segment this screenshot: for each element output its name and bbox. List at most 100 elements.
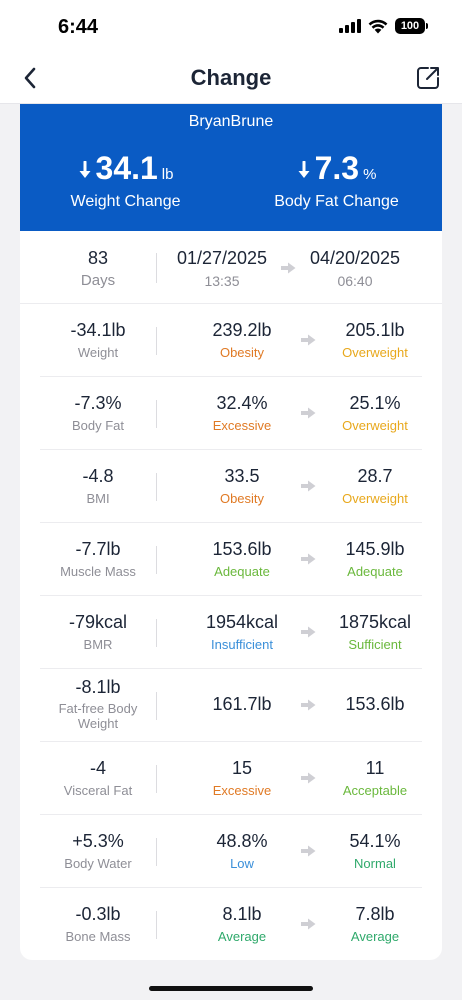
divider — [156, 692, 157, 720]
metric-change: -0.3lb — [75, 904, 121, 924]
metric-end-cell: 205.1lb Overweight — [302, 320, 442, 360]
metric-start-value: 32.4% — [216, 393, 268, 413]
metric-start-value: 33.5 — [224, 466, 260, 486]
metric-row: -0.3lb Bone Mass 8.1lb Average 7.8lb Average — [40, 888, 422, 960]
metric-start-cell: 48.8% Low — [166, 831, 318, 871]
metric-start-cell: 161.7lb — [166, 694, 318, 715]
metric-start-value: 1954kcal — [205, 612, 279, 632]
divider — [156, 327, 157, 355]
metric-end-status: Average — [350, 929, 400, 944]
metric-end-value: 7.8lb — [355, 904, 395, 924]
metric-change: -8.1lb — [75, 677, 121, 697]
metric-label: Visceral Fat — [63, 783, 133, 798]
metric-end-cell: 28.7 Overweight — [302, 466, 442, 506]
metric-change: -34.1lb — [70, 320, 126, 340]
metric-end-cell: 145.9lb Adequate — [302, 539, 442, 579]
metric-start-cell: 153.6lb Adequate — [166, 539, 318, 579]
metric-start-cell: 239.2lb Obesity — [166, 320, 318, 360]
start-date: 01/27/2025 — [176, 248, 268, 268]
metric-change: -4 — [89, 758, 106, 778]
metric-end-status: Overweight — [342, 345, 408, 360]
battery-icon: 100 — [395, 18, 428, 34]
metric-end-value: 205.1lb — [345, 320, 405, 340]
metric-start-status: Excessive — [212, 783, 272, 798]
body-fat-change-label: Body Fat Change — [274, 193, 399, 210]
metric-start-status: Excessive — [212, 418, 272, 433]
divider — [156, 473, 157, 501]
days-value: 83 — [87, 248, 109, 268]
metric-change: -4.8 — [82, 466, 114, 486]
metric-label: BMR — [83, 637, 113, 652]
metric-change-cell: -4 Visceral Fat — [40, 758, 156, 798]
metric-end-status: Adequate — [347, 564, 403, 579]
metric-end-value: 153.6lb — [345, 694, 405, 714]
days-label: Days — [80, 272, 116, 289]
metric-end-cell: 11 Acceptable — [302, 758, 442, 798]
battery-level: 100 — [395, 18, 425, 34]
share-button[interactable] — [414, 64, 442, 92]
metric-label: Body Water — [64, 856, 132, 871]
summary-banner: BryanBrune 34.1 lb Weight Change 7.3 % B… — [20, 104, 442, 231]
metric-change: -7.7lb — [75, 539, 121, 559]
arrow-down-icon — [79, 161, 91, 178]
metric-change-cell: -79kcal BMR — [40, 612, 156, 652]
metric-end-value: 11 — [365, 758, 385, 778]
metric-end-status: Normal — [354, 856, 396, 871]
start-time: 13:35 — [204, 273, 240, 289]
divider — [156, 838, 157, 866]
metric-label: Fat-free Body Weight — [58, 701, 138, 731]
end-date-cell: 04/20/2025 06:40 — [289, 248, 421, 289]
body-fat-change-summary: 7.3 % Body Fat Change — [231, 150, 442, 211]
metric-label: Bone Mass — [65, 929, 131, 944]
metrics-list: -34.1lb Weight 239.2lb Obesity 205.1lb Overwe… — [20, 304, 442, 960]
metric-start-value: 161.7lb — [212, 694, 272, 714]
body-fat-change-unit: % — [363, 166, 377, 183]
metric-start-value: 15 — [231, 758, 253, 778]
end-time: 06:40 — [337, 273, 373, 289]
metric-row: -34.1lb Weight 239.2lb Obesity 205.1lb Overwe… — [40, 304, 422, 377]
weight-change-summary: 34.1 lb Weight Change — [20, 150, 231, 211]
metric-start-status: Obesity — [219, 491, 265, 506]
metric-label: BMI — [86, 491, 110, 506]
metric-end-cell: 1875kcal Sufficient — [302, 612, 442, 652]
status-bar: 6:44 100 — [0, 0, 462, 52]
metric-start-value: 239.2lb — [212, 320, 272, 340]
change-card: BryanBrune 34.1 lb Weight Change 7.3 % B… — [20, 104, 442, 960]
metric-row: -79kcal BMR 1954kcal Insufficient 1875kcal Su… — [40, 596, 422, 669]
metric-label: Muscle Mass — [60, 564, 136, 579]
arrow-down-icon — [298, 161, 310, 178]
metric-change: +5.3% — [72, 831, 124, 851]
metric-end-status: Overweight — [342, 491, 408, 506]
metric-row: -8.1lb Fat-free Body Weight 161.7lb 153.6lb — [40, 669, 422, 742]
metric-row: -7.3% Body Fat 32.4% Excessive 25.1% Overweig… — [40, 377, 422, 450]
divider — [156, 619, 157, 647]
weight-change-unit: lb — [161, 166, 174, 183]
metric-start-cell: 8.1lb Average — [166, 904, 318, 944]
body-fat-change-value: 7.3 — [314, 150, 360, 186]
metric-end-value: 54.1% — [349, 831, 401, 851]
metric-label: Weight — [77, 345, 119, 360]
metric-row: +5.3% Body Water 48.8% Low 54.1% Normal — [40, 815, 422, 888]
metric-end-cell: 54.1% Normal — [302, 831, 442, 871]
metric-change-cell: -7.3% Body Fat — [40, 393, 156, 433]
metric-change-cell: -8.1lb Fat-free Body Weight — [40, 677, 156, 731]
start-date-cell: 01/27/2025 13:35 — [156, 248, 288, 289]
metric-row: -7.7lb Muscle Mass 153.6lb Adequate 145.9lb A… — [40, 523, 422, 596]
metric-row: -4 Visceral Fat 15 Excessive 11 Acceptable — [40, 742, 422, 815]
metric-change: -79kcal — [68, 612, 128, 632]
days-cell: 83 Days — [20, 248, 176, 289]
metric-row: -4.8 BMI 33.5 Obesity 28.7 Overweight — [40, 450, 422, 523]
metric-start-cell: 32.4% Excessive — [166, 393, 318, 433]
metric-start-value: 8.1lb — [222, 904, 262, 924]
metric-start-cell: 15 Excessive — [166, 758, 318, 798]
metric-start-value: 48.8% — [216, 831, 268, 851]
divider — [156, 911, 157, 939]
home-indicator — [149, 986, 313, 991]
divider — [156, 765, 157, 793]
metric-end-status: Sufficient — [348, 637, 402, 652]
metric-end-value: 25.1% — [349, 393, 401, 413]
metric-change-cell: -0.3lb Bone Mass — [40, 904, 156, 944]
page-title: Change — [190, 65, 272, 90]
metric-start-status: Low — [230, 856, 254, 871]
status-icons: 100 — [339, 18, 428, 34]
